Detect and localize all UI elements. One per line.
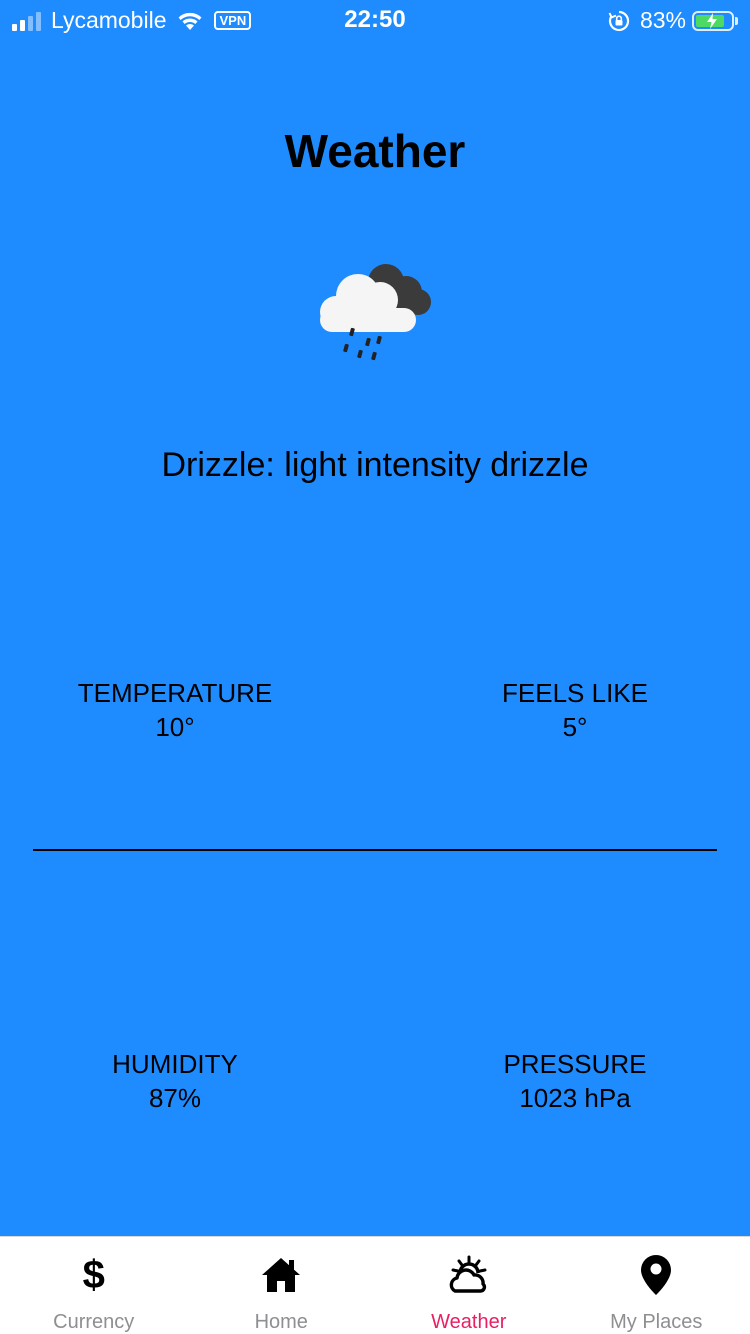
- home-icon: [259, 1253, 303, 1297]
- status-bar: Lycamobile VPN 22:50 83%: [0, 0, 750, 40]
- tab-my-places[interactable]: My Places: [563, 1237, 750, 1334]
- weather-description: Drizzle: light intensity drizzle: [161, 446, 589, 484]
- humidity-label: HUMIDITY: [112, 1049, 238, 1079]
- vpn-badge: VPN: [214, 11, 252, 30]
- rain-cloud-icon: [314, 258, 436, 368]
- wifi-icon: [176, 10, 204, 32]
- temperature-metric: TEMPERATURE 10°: [25, 676, 325, 744]
- pressure-value: 1023 hPa: [519, 1083, 631, 1113]
- feels-like-metric: FEELS LIKE 5°: [425, 676, 725, 744]
- pressure-metric: PRESSURE 1023 hPa: [425, 1047, 725, 1115]
- tab-currency[interactable]: $ Currency: [0, 1237, 188, 1334]
- signal-icon: [12, 11, 41, 31]
- temperature-label: TEMPERATURE: [77, 678, 273, 708]
- page-title: Weather: [284, 125, 466, 177]
- feels-like-value: 5°: [562, 712, 588, 742]
- status-left: Lycamobile VPN: [12, 7, 252, 34]
- battery-cap: [735, 16, 738, 25]
- battery-percent: 83%: [639, 7, 686, 33]
- dollar-icon: $: [82, 1253, 105, 1297]
- tab-currency-label: Currency: [53, 1311, 135, 1333]
- weather-icon: [447, 1253, 491, 1297]
- humidity-metric: HUMIDITY 87%: [25, 1047, 325, 1115]
- orientation-lock-icon: [608, 10, 630, 32]
- tab-my-places-label: My Places: [610, 1311, 703, 1333]
- pressure-label: PRESSURE: [503, 1049, 647, 1079]
- divider: [33, 849, 717, 851]
- tab-weather-label: Weather: [431, 1311, 507, 1333]
- feels-like-label: FEELS LIKE: [502, 678, 648, 708]
- tab-bar: $ Currency Home Weather My Places: [0, 1236, 750, 1334]
- battery-icon: [692, 10, 734, 31]
- weather-screen: Lycamobile VPN 22:50 83% Weather Drizzle…: [0, 0, 750, 1334]
- carrier-name: Lycamobile: [51, 7, 167, 33]
- tab-home[interactable]: Home: [188, 1237, 376, 1334]
- location-pin-icon: [634, 1253, 678, 1297]
- temperature-value: 10°: [155, 712, 195, 742]
- status-right: 83%: [608, 7, 738, 34]
- tab-weather[interactable]: Weather: [375, 1237, 563, 1334]
- tab-home-label: Home: [254, 1311, 308, 1333]
- humidity-value: 87%: [148, 1083, 202, 1113]
